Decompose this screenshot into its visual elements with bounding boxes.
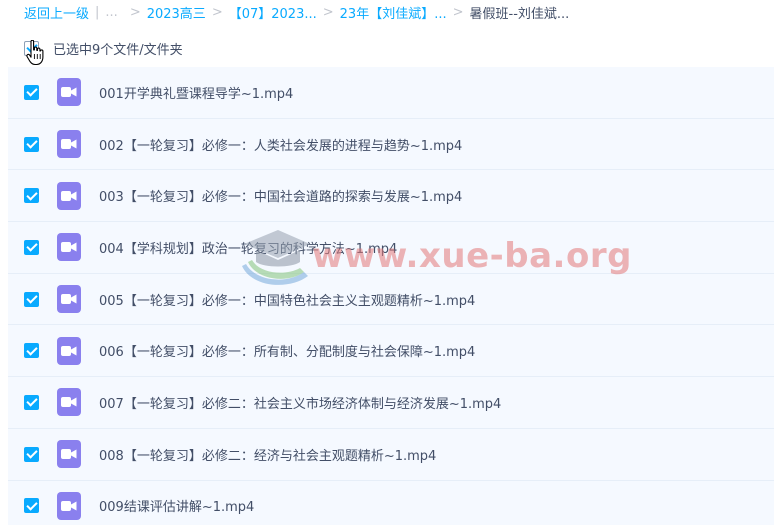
- file-checkbox[interactable]: [24, 394, 39, 410]
- file-name[interactable]: 006【一轮复习】必修一：所有制、分配制度与社会保障~1.mp4: [99, 341, 475, 360]
- hand-pointer-icon: [26, 40, 44, 66]
- breadcrumb-separator: >: [129, 4, 141, 20]
- breadcrumb-current: 暑假班--刘佳斌...: [469, 6, 570, 22]
- video-file-icon: [57, 285, 81, 314]
- breadcrumb-item[interactable]: 【07】2023...: [229, 3, 317, 22]
- file-checkbox[interactable]: [24, 343, 39, 359]
- file-name[interactable]: 003【一轮复习】必修一：中国社会道路的探索与发展~1.mp4: [99, 186, 462, 205]
- breadcrumb: 返回上一级 | ... > 2023高三 > 【07】2023... > 23年…: [0, 0, 774, 24]
- file-checkbox[interactable]: [24, 84, 39, 100]
- video-file-icon: [57, 336, 81, 365]
- breadcrumb-divider: |: [95, 4, 100, 20]
- breadcrumb-item[interactable]: 23年【刘佳斌】...: [340, 3, 447, 22]
- video-file-icon: [57, 181, 81, 210]
- back-link[interactable]: 返回上一级: [24, 3, 89, 22]
- file-row[interactable]: 009结课评估讲解~1.mp4: [8, 480, 774, 525]
- breadcrumb-item[interactable]: 2023高三: [147, 3, 206, 22]
- file-name[interactable]: 005【一轮复习】必修一：中国特色社会主义主观题精析~1.mp4: [99, 290, 475, 309]
- file-row[interactable]: 003【一轮复习】必修一：中国社会道路的探索与发展~1.mp4: [8, 170, 774, 223]
- file-row[interactable]: 001开学典礼暨课程导学~1.mp4: [8, 67, 774, 119]
- video-file-icon: [57, 388, 81, 417]
- breadcrumb-separator: >: [322, 4, 334, 20]
- file-checkbox[interactable]: [24, 136, 39, 152]
- file-name[interactable]: 004【学科规划】政治一轮复习的科学方法~1.mp4: [99, 238, 397, 257]
- video-file-icon: [57, 130, 81, 159]
- breadcrumb-separator: >: [211, 4, 223, 20]
- file-row[interactable]: 002【一轮复习】必修一：人类社会发展的进程与趋势~1.mp4: [8, 118, 774, 171]
- selection-count-label: 已选中9个文件/文件夹: [53, 42, 183, 58]
- file-name[interactable]: 009结课评估讲解~1.mp4: [99, 496, 254, 515]
- file-row[interactable]: 004【学科规划】政治一轮复习的科学方法~1.mp4: [8, 222, 774, 274]
- video-file-icon: [57, 78, 81, 107]
- file-checkbox[interactable]: [24, 239, 39, 255]
- video-file-icon: [57, 440, 81, 469]
- file-list: 001开学典礼暨课程导学~1.mp4 002【一轮复习】必修一：人类社会发展的进…: [8, 67, 774, 525]
- breadcrumb-ellipsis[interactable]: ...: [105, 5, 117, 20]
- file-name[interactable]: 008【一轮复习】必修二：经济与社会主观题精析~1.mp4: [99, 445, 436, 464]
- video-file-icon: [57, 491, 81, 520]
- file-checkbox[interactable]: [24, 291, 39, 307]
- file-name[interactable]: 007【一轮复习】必修二：社会主义市场经济体制与经济发展~1.mp4: [99, 393, 501, 412]
- file-row[interactable]: 005【一轮复习】必修一：中国特色社会主义主观题精析~1.mp4: [8, 273, 774, 326]
- file-checkbox[interactable]: [24, 188, 39, 204]
- file-name[interactable]: 001开学典礼暨课程导学~1.mp4: [99, 83, 293, 102]
- file-row[interactable]: 007【一轮复习】必修二：社会主义市场经济体制与经济发展~1.mp4: [8, 377, 774, 429]
- file-name[interactable]: 002【一轮复习】必修一：人类社会发展的进程与趋势~1.mp4: [99, 135, 462, 154]
- file-row[interactable]: 008【一轮复习】必修二：经济与社会主观题精析~1.mp4: [8, 428, 774, 481]
- video-file-icon: [57, 233, 81, 262]
- file-checkbox[interactable]: [24, 446, 39, 462]
- file-row[interactable]: 006【一轮复习】必修一：所有制、分配制度与社会保障~1.mp4: [8, 325, 774, 378]
- selection-bar: 已选中9个文件/文件夹: [0, 34, 774, 62]
- file-checkbox[interactable]: [24, 498, 39, 514]
- breadcrumb-separator: >: [452, 4, 464, 20]
